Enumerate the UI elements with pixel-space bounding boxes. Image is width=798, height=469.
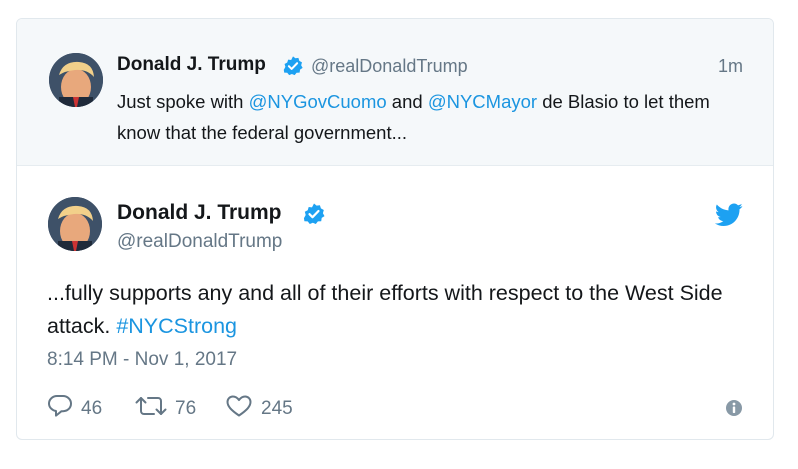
- mention-link[interactable]: @NYCMayor: [428, 91, 537, 112]
- twitter-bird-icon[interactable]: [714, 203, 743, 232]
- embedded-tweet-card: Donald J. Trump @realDonaldTrump 1m Just…: [16, 18, 774, 440]
- tweet-text-segment: and: [386, 91, 428, 112]
- author-name[interactable]: Donald J. Trump: [117, 201, 282, 225]
- info-icon[interactable]: [725, 399, 743, 422]
- author-handle[interactable]: @realDonaldTrump: [311, 56, 468, 77]
- tweet-time[interactable]: 1m: [718, 56, 743, 77]
- retweet-icon: [135, 394, 167, 424]
- retweet-button[interactable]: 76: [135, 394, 196, 424]
- avatar[interactable]: [49, 53, 103, 107]
- retweet-count: 76: [175, 398, 197, 419]
- like-button[interactable]: 245: [225, 394, 293, 424]
- mention-link[interactable]: @NYGovCuomo: [249, 91, 387, 112]
- parent-tweet[interactable]: Donald J. Trump @realDonaldTrump 1m Just…: [17, 19, 773, 166]
- reply-button[interactable]: 46: [47, 394, 102, 424]
- parent-tweet-text: Just spoke with @NYGovCuomo and @NYCMayo…: [117, 86, 747, 148]
- author-name[interactable]: Donald J. Trump: [117, 54, 266, 76]
- verified-badge-icon: [302, 202, 326, 231]
- tweet-text: ...fully supports any and all of their e…: [47, 277, 747, 343]
- reply-count: 46: [81, 398, 103, 419]
- tweet-text-segment: Just spoke with: [117, 91, 249, 112]
- avatar[interactable]: [48, 197, 102, 251]
- reply-icon: [47, 394, 73, 424]
- author-handle[interactable]: @realDonaldTrump: [117, 231, 282, 253]
- heart-icon: [225, 394, 253, 424]
- like-count: 245: [261, 398, 293, 419]
- tweet-timestamp[interactable]: 8:14 PM - Nov 1, 2017: [47, 349, 237, 371]
- hashtag-link[interactable]: #NYCStrong: [116, 314, 237, 338]
- verified-badge-icon: [282, 55, 304, 82]
